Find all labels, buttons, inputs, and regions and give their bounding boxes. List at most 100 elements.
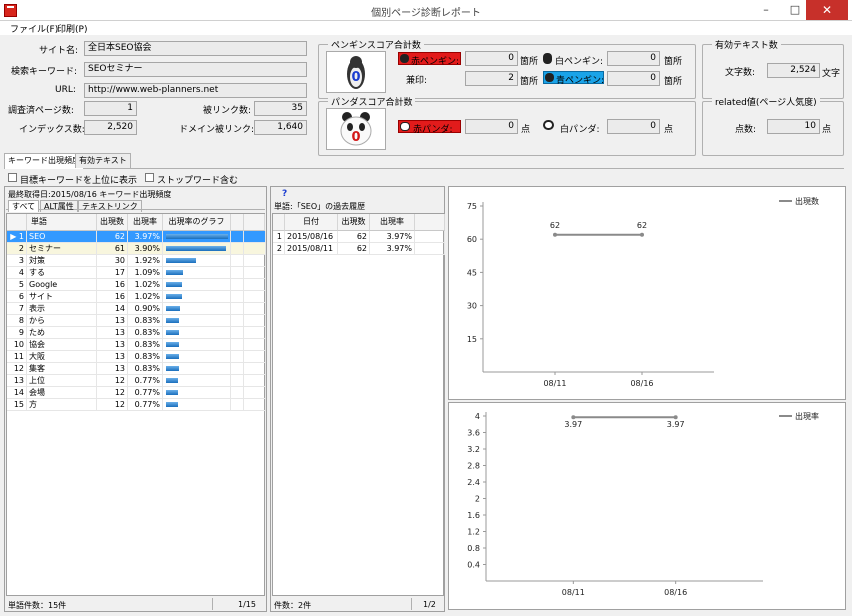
row-word: 上位 (27, 375, 97, 387)
data-point (640, 232, 644, 237)
table-row[interactable]: 5 Google 16 1.02% (7, 279, 266, 291)
menu-file[interactable]: ファイル(F) (10, 22, 58, 35)
row-rate-text: 0.83% (134, 352, 160, 361)
col-count[interactable]: 出現数 (97, 214, 128, 231)
count-chart: 15 30 45 60 75 08/11 08/16 62 62 出現数 (467, 196, 819, 388)
row-number: 3 (7, 255, 27, 267)
frequency-header: 最終取得日:2015/08/16 キーワード出現頻度 (8, 190, 172, 199)
data-point (553, 232, 557, 237)
history-row[interactable]: 2 2015/08/11 62 3.97% (273, 243, 445, 255)
row-rate-text: 0.83% (134, 316, 160, 325)
row-number-text: 7 (18, 304, 24, 313)
hist-col-date[interactable]: 日付 (285, 214, 338, 231)
row-graph (163, 267, 231, 279)
row-count-text: 16 (114, 280, 125, 289)
rate-chart: 0.4 0.8 1.2 1.6 2 2.4 2.8 3.2 3.6 4 08/11 08/16 3.97… (467, 411, 819, 597)
row-count: 61 (97, 243, 128, 255)
history-row[interactable]: 1 2015/08/16 62 3.97% (273, 231, 445, 243)
row-number: 11 (7, 351, 27, 363)
row-word: する (27, 267, 97, 279)
row-count-text: 12 (114, 400, 125, 409)
hist-row-rate: 3.97% (370, 243, 415, 255)
red-panda-badge: 赤パンダ: (398, 120, 461, 135)
row-count-text: 62 (114, 232, 125, 241)
table-row[interactable]: 6 サイト 16 1.02% (7, 291, 266, 303)
frequency-bar (166, 258, 196, 263)
table-row[interactable]: 11 大阪 13 0.83% (7, 351, 266, 363)
table-row[interactable]: 12 集客 13 0.83% (7, 363, 266, 375)
table-row[interactable]: 9 ため 13 0.83% (7, 327, 266, 339)
domain-backlinks-label: ドメイン被リンク: (179, 125, 255, 135)
close-button[interactable]: ✕ (806, 0, 848, 20)
hist-col-count[interactable]: 出現数 (338, 214, 370, 231)
hist-col-rate[interactable]: 出現率 (370, 214, 415, 231)
col-corner (7, 214, 27, 231)
col-rate[interactable]: 出現率 (128, 214, 163, 231)
row-word: 会場 (27, 387, 97, 399)
red-penguin-badge: 赤ペンギン: (398, 52, 461, 67)
frequency-bar (166, 306, 180, 311)
help-icon[interactable]: ? (282, 189, 287, 199)
white-penguin-label: 白ペンギン: (555, 57, 604, 67)
red-panda-unit: 点 (521, 125, 531, 135)
table-row[interactable]: 15 方 12 0.77% (7, 399, 266, 411)
row-count-text: 13 (114, 352, 125, 361)
subtab-alt[interactable]: ALT属性 (40, 200, 78, 212)
row-count-text: 30 (114, 256, 125, 265)
row-count-text: 13 (114, 316, 125, 325)
row-number-text: 11 (13, 352, 24, 361)
tab-keyword-frequency[interactable]: キーワード出現頻度 (4, 153, 84, 169)
table-row[interactable]: 2 セミナー 61 3.90% (7, 243, 266, 255)
backlinks-label: 被リンク数: (203, 106, 252, 116)
row-rate-text: 0.83% (134, 328, 160, 337)
row-graph (163, 387, 231, 399)
row-rate: 0.83% (128, 363, 163, 375)
blue-penguin-label: 青ペンギン: (556, 76, 605, 86)
table-row[interactable]: 7 表示 14 0.90% (7, 303, 266, 315)
frequency-rows: ▶ 1 SEO 62 3.97% 2 セミナー 61 3.90% 3 対策 30 1.92% 4 する 17… (7, 231, 266, 597)
row-word: ため (27, 327, 97, 339)
row-word: 方 (27, 399, 97, 411)
menu-print[interactable]: 印刷(P) (57, 22, 87, 35)
stopword-checkbox[interactable] (145, 173, 154, 182)
index-field: 2,520 (84, 120, 137, 135)
pages-field: 1 (84, 101, 137, 116)
legend-label: 出現数 (795, 196, 819, 206)
row-rate: 1.02% (128, 279, 163, 291)
row-word: 集客 (27, 363, 97, 375)
table-row[interactable]: ▶ 1 SEO 62 3.97% (7, 231, 266, 243)
col-graph[interactable]: 出現率のグラフ (163, 214, 231, 231)
table-row[interactable]: 10 協会 13 0.83% (7, 339, 266, 351)
subtab-textlink[interactable]: テキストリンク (78, 200, 142, 212)
subtab-all[interactable]: すべて (8, 200, 40, 212)
data-label: 62 (637, 221, 647, 230)
white-penguin-unit: 箇所 (664, 57, 683, 67)
table-row[interactable]: 4 する 17 1.09% (7, 267, 266, 279)
minimize-button[interactable]: – (752, 0, 780, 20)
tab-valid-text[interactable]: 有効テキスト (75, 153, 131, 168)
table-row[interactable]: 14 会場 12 0.77% (7, 387, 266, 399)
row-extra-1 (231, 399, 244, 411)
table-row[interactable]: 13 上位 12 0.77% (7, 375, 266, 387)
y-tick-label: 3.6 (467, 429, 480, 438)
maximize-button[interactable]: □ (781, 0, 809, 20)
table-row[interactable]: 3 対策 30 1.92% (7, 255, 266, 267)
row-extra-2 (244, 363, 266, 375)
row-extra-1 (231, 339, 244, 351)
hist-row-number: 1 (273, 231, 285, 243)
row-extra-1 (231, 303, 244, 315)
row-count: 13 (97, 315, 128, 327)
top-keyword-checkbox[interactable] (8, 173, 17, 182)
row-extra-1 (231, 255, 244, 267)
row-count: 13 (97, 363, 128, 375)
frequency-bar (166, 390, 178, 395)
y-tick-label: 3.2 (467, 445, 480, 454)
row-extra-1 (231, 267, 244, 279)
url-label: URL: (55, 85, 76, 95)
table-row[interactable]: 8 から 13 0.83% (7, 315, 266, 327)
data-label: 3.97 (564, 420, 582, 429)
col-word[interactable]: 単語 (27, 214, 97, 231)
row-number: 6 (7, 291, 27, 303)
panda-image: 0 (326, 108, 386, 150)
row-number: 8 (7, 315, 27, 327)
